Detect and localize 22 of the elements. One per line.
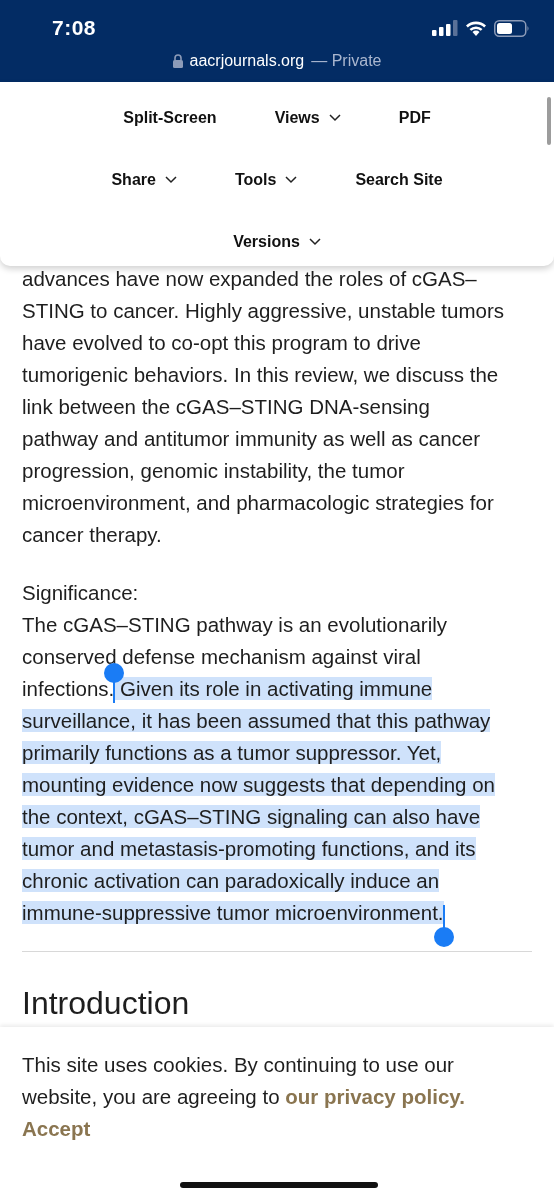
dropdown-menu-button[interactable]: Tools [234, 171, 298, 189]
lock-icon [172, 54, 183, 68]
menu-button[interactable]: PDF [398, 109, 431, 127]
signal-icon [432, 20, 458, 36]
dropdown-menu-button[interactable]: Views [274, 109, 341, 127]
cookie-notice-text: This site uses cookies. By continuing to use our website, you are agreeing to our privacy policy. [22, 1052, 466, 1110]
significance-text: The cGAS–STING pathway is an evolutionarily conserved defense mechanism against viral infections. Given its role in activating immune surveillance, it has been assumed that this pathway primarily functions as a tumor suppressor. Yet, mounting evidence now suggests that depending on the context, cGAS–STING signaling can also have tumor and metastasis-promoting functions, and its chronic activation can paradoxically induce an immune-suppressive tumor microenvironment. [22, 612, 496, 926]
privacy-policy-link[interactable]: our privacy policy. [285, 1085, 465, 1108]
section-heading: Introduction [22, 984, 191, 1023]
menu-button[interactable]: Split-Screen [123, 109, 217, 127]
abstract-text: advances have now expanded the roles of cGAS– STING to cancer. Highly aggressive, unstable tumors have evolved to co-opt this program to drive tumorigenic behaviors. In this review, we discuss the link between the cGAS–STING DNA-sensing pathway and antitumor immunity as well as cancer progression, genomic instability, the tumor microenvironment, and pharmacologic strategies for cancer therapy. [22, 266, 505, 548]
scroll-indicator [547, 97, 551, 145]
accept-button[interactable]: Accept [22, 1113, 91, 1145]
wifi-icon [465, 20, 487, 36]
dropdown-menu-button[interactable]: Share [111, 171, 177, 189]
url-domain[interactable]: aacrjournals.org [189, 52, 305, 70]
menu-button[interactable]: Search Site [355, 171, 443, 189]
battery-icon [494, 19, 530, 37]
browsing-mode-label: — Private [311, 52, 382, 70]
status-time: 7:08 [52, 16, 97, 40]
section-heading: Significance: [22, 580, 140, 606]
dropdown-menu-button[interactable]: Versions [233, 233, 321, 251]
